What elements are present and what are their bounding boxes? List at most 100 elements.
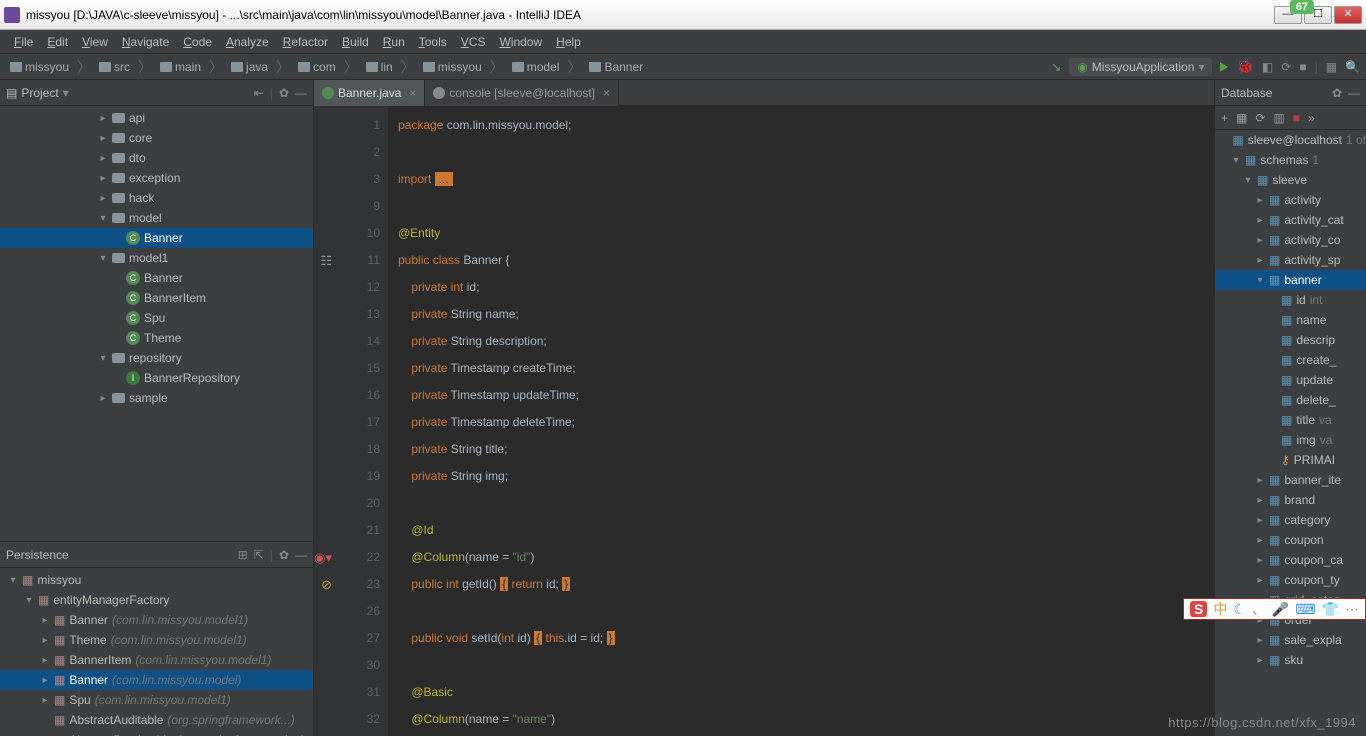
db-node[interactable]: ▸▦category: [1215, 510, 1366, 530]
db-node[interactable]: ▸▦activity_co: [1215, 230, 1366, 250]
db-node[interactable]: ▸▦brand: [1215, 490, 1366, 510]
code-line[interactable]: @Column(name = "name"): [398, 706, 1214, 733]
db-node[interactable]: ▸▦banner_ite: [1215, 470, 1366, 490]
link-icon[interactable]: ⇱: [254, 548, 264, 562]
project-node-dto[interactable]: ▸dto: [0, 148, 313, 168]
more-icon[interactable]: »: [1308, 111, 1315, 125]
code-line[interactable]: private Timestamp createTime;: [398, 355, 1214, 382]
db-node[interactable]: ▦img va: [1215, 430, 1366, 450]
db-node[interactable]: ▸▦activity_cat: [1215, 210, 1366, 230]
close-button[interactable]: ✕: [1334, 6, 1362, 24]
code-line[interactable]: [398, 490, 1214, 517]
ime-item[interactable]: ☾: [1233, 601, 1246, 618]
coverage-icon[interactable]: ◧: [1262, 60, 1273, 74]
line-number[interactable]: 31: [314, 679, 380, 706]
db-node[interactable]: ⚷PRIMAI: [1215, 450, 1366, 470]
menu-navigate[interactable]: Navigate: [116, 33, 175, 51]
line-number[interactable]: 12: [314, 274, 380, 301]
code-line[interactable]: private Timestamp updateTime;: [398, 382, 1214, 409]
line-number[interactable]: 16: [314, 382, 380, 409]
line-number[interactable]: 30: [314, 652, 380, 679]
project-node-core[interactable]: ▸core: [0, 128, 313, 148]
db-node[interactable]: ▦delete_: [1215, 390, 1366, 410]
db-node[interactable]: ▸▦coupon: [1215, 530, 1366, 550]
project-node-banner[interactable]: CBanner: [0, 268, 313, 288]
persistence-node[interactable]: ▦AbstractAuditable (org.springframework.…: [0, 710, 313, 730]
project-node-api[interactable]: ▸api: [0, 108, 313, 128]
code-line[interactable]: package com.lin.missyou.model;: [398, 112, 1214, 139]
breadcrumb-item[interactable]: com: [294, 58, 340, 76]
db-node[interactable]: ▦update: [1215, 370, 1366, 390]
line-number[interactable]: 19: [314, 463, 380, 490]
code-line[interactable]: import ...: [398, 166, 1214, 193]
project-node-sample[interactable]: ▸sample: [0, 388, 313, 408]
menu-refactor[interactable]: Refactor: [277, 33, 334, 51]
line-number[interactable]: 27: [314, 625, 380, 652]
gutter[interactable]: 123910☷1112131415161718192021◉▾22⊘232627…: [314, 106, 388, 736]
db-node[interactable]: ▾▦banner: [1215, 270, 1366, 290]
line-number[interactable]: 14: [314, 328, 380, 355]
menu-window[interactable]: Window: [493, 33, 548, 51]
er-icon[interactable]: ⊞: [238, 548, 248, 562]
menu-analyze[interactable]: Analyze: [220, 33, 275, 51]
db-node[interactable]: ▦sleeve@localhost 1 of: [1215, 130, 1366, 150]
code-line[interactable]: public int getId() { return id; }: [398, 571, 1214, 598]
hide-icon[interactable]: —: [1348, 86, 1360, 100]
persistence-tree[interactable]: ▾▦missyou▾▦entityManagerFactory▸▦Banner …: [0, 568, 313, 736]
sync-icon[interactable]: ▦: [1236, 111, 1247, 125]
line-number[interactable]: 20: [314, 490, 380, 517]
ime-item[interactable]: ⋯: [1345, 601, 1359, 618]
code-line[interactable]: private String title;: [398, 436, 1214, 463]
db-node[interactable]: ▾▦schemas 1: [1215, 150, 1366, 170]
code-line[interactable]: @Entity: [398, 220, 1214, 247]
search-icon[interactable]: 🔍: [1345, 60, 1360, 74]
menu-build[interactable]: Build: [336, 33, 375, 51]
new-datasource-icon[interactable]: +: [1221, 111, 1228, 125]
breadcrumb-item[interactable]: java: [227, 58, 272, 76]
database-tree[interactable]: ▦sleeve@localhost 1 of▾▦schemas 1▾▦sleev…: [1215, 130, 1366, 736]
build-icon[interactable]: ↘: [1051, 60, 1061, 74]
profile-icon[interactable]: ⟳: [1281, 60, 1291, 74]
project-node-hack[interactable]: ▸hack: [0, 188, 313, 208]
code-line[interactable]: private String description;: [398, 328, 1214, 355]
db-node[interactable]: ▦descrip: [1215, 330, 1366, 350]
code-line[interactable]: [398, 598, 1214, 625]
project-node-model[interactable]: ▾model: [0, 208, 313, 228]
stop-icon[interactable]: ■: [1299, 60, 1306, 74]
line-number[interactable]: 26: [314, 598, 380, 625]
hide-icon[interactable]: —: [295, 548, 307, 562]
code-line[interactable]: @Basic: [398, 679, 1214, 706]
menu-view[interactable]: View: [76, 33, 114, 51]
db-node[interactable]: ▸▦coupon_ty: [1215, 570, 1366, 590]
project-tree[interactable]: ▸api▸core▸dto▸exception▸hack▾model CBanne…: [0, 106, 313, 541]
line-number[interactable]: ⊘23: [314, 571, 380, 598]
persistence-node[interactable]: ▸▦Spu (com.lin.missyou.model1): [0, 690, 313, 710]
code-line[interactable]: [398, 193, 1214, 220]
persistence-node[interactable]: ▸▦Banner (com.lin.missyou.model1): [0, 610, 313, 630]
db-node[interactable]: ▦id int: [1215, 290, 1366, 310]
breadcrumb-item[interactable]: missyou: [419, 58, 486, 76]
line-number[interactable]: 3: [314, 166, 380, 193]
menu-tools[interactable]: Tools: [413, 33, 453, 51]
ime-item[interactable]: 🎤: [1272, 601, 1289, 618]
line-number[interactable]: 15: [314, 355, 380, 382]
line-number[interactable]: 13: [314, 301, 380, 328]
breadcrumb-item[interactable]: main: [156, 58, 205, 76]
menu-help[interactable]: Help: [550, 33, 587, 51]
persistence-node[interactable]: ▾▦missyou: [0, 570, 313, 590]
refresh-icon[interactable]: ⟳: [1255, 111, 1265, 125]
persistence-node[interactable]: ▸▦Theme (com.lin.missyou.model1): [0, 630, 313, 650]
layout-icon[interactable]: ▦: [1326, 60, 1337, 74]
jump-icon[interactable]: ▥: [1273, 111, 1284, 125]
project-node-exception[interactable]: ▸exception: [0, 168, 313, 188]
db-node[interactable]: ▦name: [1215, 310, 1366, 330]
menu-vcs[interactable]: VCS: [455, 33, 492, 51]
code-line[interactable]: [398, 139, 1214, 166]
menu-edit[interactable]: Edit: [41, 33, 74, 51]
line-number[interactable]: 1: [314, 112, 380, 139]
line-number[interactable]: ☷11: [314, 247, 380, 274]
code-line[interactable]: private int id;: [398, 274, 1214, 301]
project-node-model1[interactable]: ▾model1: [0, 248, 313, 268]
editor-tab[interactable]: console [sleeve@localhost]×: [425, 80, 619, 106]
notification-badge[interactable]: 67: [1290, 0, 1314, 14]
